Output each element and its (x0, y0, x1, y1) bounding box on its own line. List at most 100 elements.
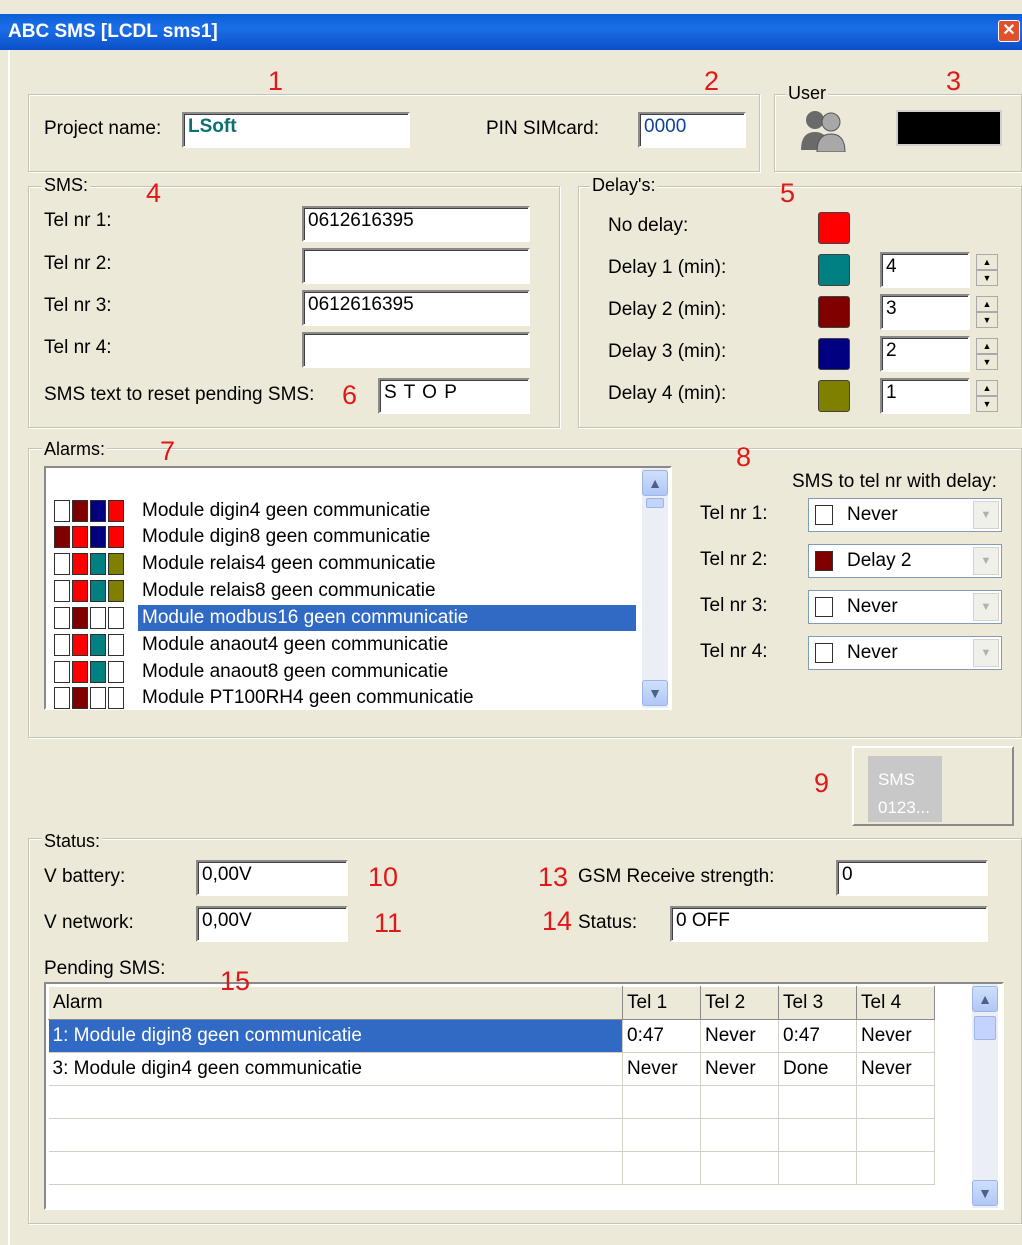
pending-scrollbar[interactable]: ▲ ▼ (972, 984, 998, 1208)
alarm-color-cell (108, 553, 124, 575)
sms-icon-line1: SMS (878, 770, 915, 789)
main-window: Project name: LSoft PIN SIMcard: 0000 Us… (8, 50, 1022, 1245)
delay1-spinner[interactable]: ▲ ▼ (976, 254, 998, 286)
list-item[interactable]: Module anaout4 geen communicatie (52, 632, 652, 658)
alarm-tel1-delay-select[interactable]: Never ▼ (808, 498, 1002, 532)
delay1-label: Delay 1 (min): (608, 257, 727, 278)
delay4-label: Delay 4 (min): (608, 383, 727, 404)
alarm-color-cell (108, 500, 124, 522)
alarm-color-cell (90, 687, 106, 709)
spin-up-icon[interactable]: ▲ (976, 380, 998, 396)
spin-down-icon[interactable]: ▼ (976, 312, 998, 328)
alarm-color-cell (108, 634, 124, 656)
alarm-color-cell (90, 553, 106, 575)
list-item[interactable]: Module relais4 geen communicatie (52, 551, 652, 577)
v-network-field: 0,00V (196, 906, 348, 942)
alarm-tel4-delay-select[interactable]: Never ▼ (808, 636, 1002, 670)
delay1-color-swatch[interactable] (818, 254, 850, 286)
delay4-input[interactable]: 1 (880, 378, 970, 414)
alarm-color-cell (72, 661, 88, 683)
delay-color-swatch (815, 597, 833, 617)
window-title: ABC SMS [LCDL sms1] (8, 21, 218, 42)
delay2-color-swatch[interactable] (818, 296, 850, 328)
scroll-down-icon[interactable]: ▼ (972, 1180, 998, 1206)
spin-down-icon[interactable]: ▼ (976, 396, 998, 412)
tel4-input[interactable] (302, 332, 530, 368)
tel2-input[interactable] (302, 248, 530, 284)
list-item-selected[interactable]: Module modbus16 geen communicatie (52, 605, 652, 631)
col-alarm[interactable]: Alarm (48, 986, 623, 1020)
col-tel2[interactable]: Tel 2 (700, 986, 779, 1020)
chevron-down-icon[interactable]: ▼ (973, 547, 999, 575)
spin-up-icon[interactable]: ▲ (976, 254, 998, 270)
col-tel3[interactable]: Tel 3 (778, 986, 857, 1020)
cell-alarm: 1: Module digin8 geen communicatie (48, 1019, 623, 1053)
delay3-input[interactable]: 2 (880, 336, 970, 372)
chevron-down-icon[interactable]: ▼ (973, 501, 999, 529)
spin-up-icon[interactable]: ▲ (976, 296, 998, 312)
scroll-up-icon[interactable]: ▲ (642, 470, 668, 496)
alarm-color-cell (54, 634, 70, 656)
spin-down-icon[interactable]: ▼ (976, 354, 998, 370)
alarm-color-cell (54, 553, 70, 575)
delay-value: Never (847, 504, 898, 525)
alarm-color-cell (72, 634, 88, 656)
annotation-1: 1 (268, 66, 284, 96)
pending-sms-table[interactable]: Alarm Tel 1 Tel 2 Tel 3 Tel 4 1: Module … (44, 982, 1004, 1210)
sms-icon: SMS 0123... (868, 756, 942, 822)
alarms-scrollbar[interactable]: ▲ ▼ (642, 468, 668, 708)
delay3-color-swatch[interactable] (818, 338, 850, 370)
alarm-tel2-label: Tel nr 2: (700, 549, 768, 570)
scroll-thumb[interactable] (974, 1016, 996, 1040)
project-name-label: Project name: (44, 118, 162, 139)
delay2-spinner[interactable]: ▲ ▼ (976, 296, 998, 328)
chevron-down-icon[interactable]: ▼ (973, 639, 999, 667)
pin-input[interactable]: 0000 (638, 112, 746, 148)
scroll-thumb[interactable] (646, 498, 664, 508)
delay3-spinner[interactable]: ▲ ▼ (976, 338, 998, 370)
close-button[interactable]: ✕ (998, 20, 1020, 42)
delay1-input[interactable]: 4 (880, 252, 970, 288)
delay-color-swatch (815, 505, 833, 525)
list-item[interactable]: Module anaout8 geen communicatie (52, 659, 652, 685)
col-tel1[interactable]: Tel 1 (622, 986, 701, 1020)
list-item[interactable]: Module relais8 geen communicatie (52, 578, 652, 604)
list-item[interactable]: Module digin8 geen communicatie (52, 524, 652, 550)
alarm-color-cell (108, 526, 124, 548)
scroll-up-icon[interactable]: ▲ (972, 986, 998, 1012)
sms-delay-header: SMS to tel nr with delay: (792, 471, 997, 492)
alarm-color-cell (90, 607, 106, 629)
delay4-color-swatch[interactable] (818, 380, 850, 412)
alarm-label: Module relais8 geen communicatie (142, 580, 436, 601)
no-delay-color-swatch[interactable] (818, 212, 850, 244)
annotation-9: 9 (814, 768, 830, 798)
pending-sms-label: Pending SMS: (44, 958, 166, 979)
delay2-input[interactable]: 3 (880, 294, 970, 330)
spin-up-icon[interactable]: ▲ (976, 338, 998, 354)
col-tel4[interactable]: Tel 4 (856, 986, 935, 1020)
scroll-down-icon[interactable]: ▼ (642, 680, 668, 706)
annotation-2: 2 (704, 66, 720, 96)
reset-text-label: SMS text to reset pending SMS: (44, 384, 315, 405)
alarm-tel4-label: Tel nr 4: (700, 641, 768, 662)
alarm-tel2-delay-select[interactable]: Delay 2 ▼ (808, 544, 1002, 578)
alarm-color-cell (54, 687, 70, 709)
users-icon[interactable] (798, 106, 848, 153)
list-item[interactable]: Module digin4 geen communicatie (52, 498, 652, 524)
alarm-tel1-label: Tel nr 1: (700, 503, 768, 524)
tel3-input[interactable]: 0612616395 (302, 290, 530, 326)
list-item[interactable]: Module PT100RH4 geen communicatie (52, 685, 652, 711)
table-row[interactable]: 3: Module digin4 geen communicatie Never… (48, 1052, 935, 1086)
chevron-down-icon[interactable]: ▼ (973, 593, 999, 621)
alarm-tel3-delay-select[interactable]: Never ▼ (808, 590, 1002, 624)
alarms-list[interactable]: Module digin4 geen communicatie Module d… (44, 466, 672, 710)
table-row[interactable]: 1: Module digin8 geen communicatie 0:47 … (48, 1019, 935, 1053)
spin-down-icon[interactable]: ▼ (976, 270, 998, 286)
reset-text-input[interactable]: S T O P (378, 378, 530, 414)
alarm-color-cell (108, 580, 124, 602)
delay4-spinner[interactable]: ▲ ▼ (976, 380, 998, 412)
send-sms-button[interactable]: SMS 0123... (852, 746, 1014, 826)
sms-legend: SMS: (42, 175, 91, 196)
project-name-input[interactable]: LSoft (182, 112, 410, 148)
tel1-input[interactable]: 0612616395 (302, 206, 530, 242)
